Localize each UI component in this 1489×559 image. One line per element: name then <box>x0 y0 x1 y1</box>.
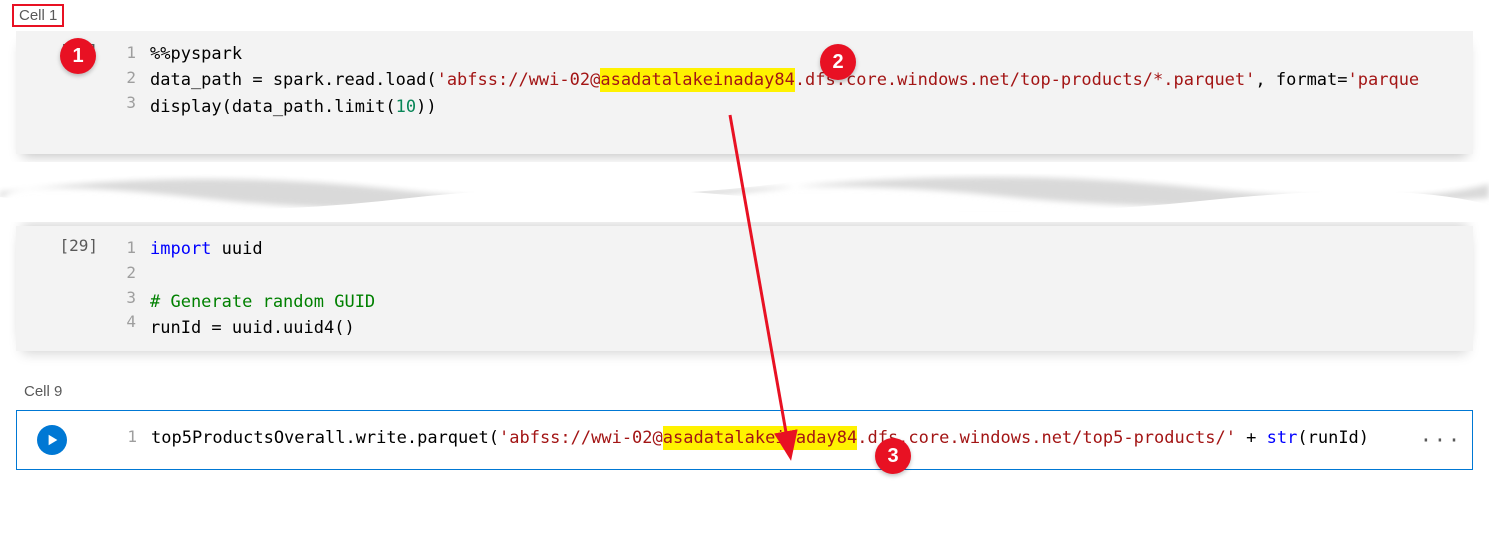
code-22[interactable]: %%pyspark data_path = spark.read.load('a… <box>146 31 1473 130</box>
callout-2: 2 <box>820 44 856 80</box>
code-cell-22[interactable]: [22] 123 %%pyspark data_path = spark.rea… <box>16 31 1473 154</box>
gutter-22: 123 <box>106 31 146 130</box>
callout-3: 3 <box>875 438 911 474</box>
code-truncated-icon: ··· <box>1420 425 1462 456</box>
exec-play-9[interactable] <box>17 415 107 465</box>
code-cell-29[interactable]: [29] 1234 import uuid # Generate random … <box>16 226 1473 351</box>
code-cell-9[interactable]: 1 top5ProductsOverall.write.parquet('abf… <box>16 410 1473 470</box>
wave-separator <box>0 162 1489 222</box>
code-29[interactable]: import uuid # Generate random GUID runId… <box>146 226 1473 351</box>
code-9[interactable]: top5ProductsOverall.write.parquet('abfss… <box>147 415 1472 465</box>
exec-count-29: [29] <box>16 226 106 351</box>
gutter-29: 1234 <box>106 226 146 351</box>
highlighted-account-1: asadatalakeinaday84 <box>600 68 794 92</box>
cell-9-label: Cell 9 <box>16 379 70 404</box>
callout-1: 1 <box>60 38 96 74</box>
highlighted-account-2: asadatalakeinaday84 <box>663 426 857 450</box>
cell-1-label: Cell 1 <box>12 4 64 27</box>
gutter-9: 1 <box>107 415 147 465</box>
play-icon[interactable] <box>37 425 67 455</box>
